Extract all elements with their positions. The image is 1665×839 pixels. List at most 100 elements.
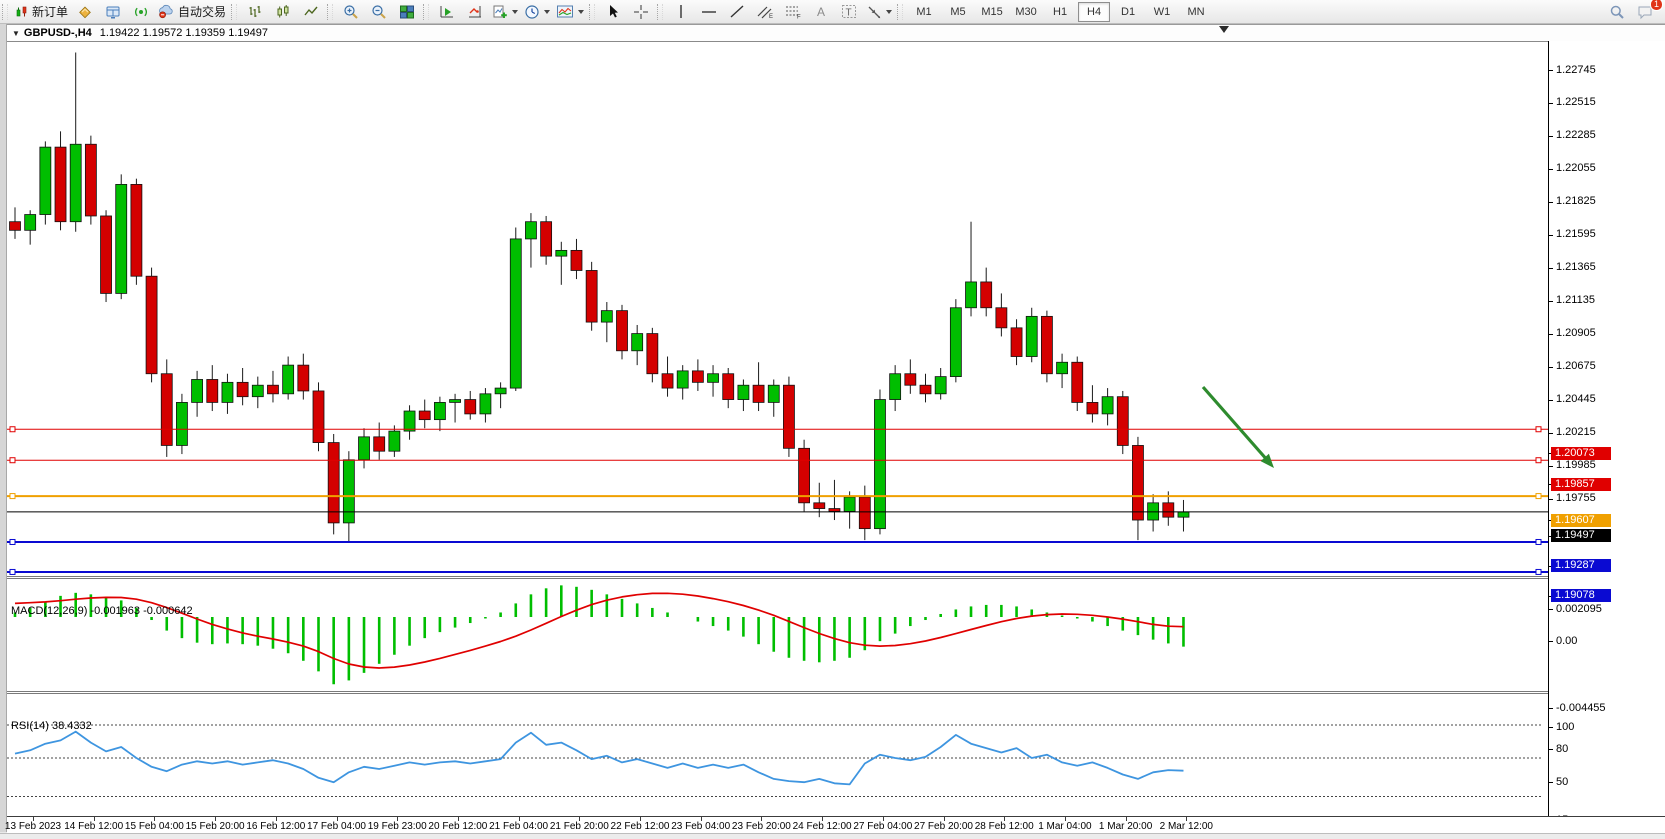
periods-button[interactable] (521, 1, 553, 23)
bar-chart-icon (247, 4, 263, 20)
line-chart-icon (303, 4, 319, 20)
zoom-in-button[interactable] (337, 1, 365, 23)
market-watch-button[interactable] (71, 1, 99, 23)
tile-windows-button[interactable] (393, 1, 421, 23)
timeframe-M15[interactable]: M15 (976, 2, 1008, 22)
price-axis-label: 1.20445 (1556, 393, 1596, 406)
new-chart-icon (492, 4, 508, 20)
timeframe-M30[interactable]: M30 (1010, 2, 1042, 22)
toolbar-grip (2, 4, 8, 20)
timeframe-M1[interactable]: M1 (908, 2, 940, 22)
text-tool-button[interactable]: A (807, 1, 835, 23)
new-order-label: 新订单 (32, 3, 68, 20)
text-label-icon: T (841, 4, 857, 19)
main-toolbar: 新订单 (0, 0, 1665, 24)
price-line-chip: 1.19078 (1551, 589, 1611, 602)
timeframe-H4[interactable]: H4 (1078, 2, 1110, 22)
profiles-icon (105, 4, 121, 20)
channel-icon: E (756, 4, 774, 19)
candlestick-mode-button[interactable] (269, 1, 297, 23)
timeframe-D1[interactable]: D1 (1112, 2, 1144, 22)
gold-book-icon (77, 4, 93, 20)
macd-values: -0.001963 -0.000642 (90, 605, 192, 617)
toolbar-grip (423, 4, 429, 20)
bar-chart-mode-button[interactable] (241, 1, 269, 23)
price-axis[interactable]: 1.227451.225151.222851.220551.218251.215… (1548, 41, 1665, 816)
time-axis-label: 23 Feb 04:00 (671, 821, 730, 832)
candlestick-chart-icon (275, 4, 291, 20)
crosshair-icon (633, 4, 649, 20)
time-axis-label: 14 Feb 12:00 (64, 821, 123, 832)
zoom-out-button[interactable] (365, 1, 393, 23)
timeframe-M5[interactable]: M5 (942, 2, 974, 22)
time-axis-label: 22 Feb 12:00 (611, 821, 670, 832)
time-axis-label: 15 Feb 20:00 (186, 821, 245, 832)
price-line-chip: 1.19857 (1551, 478, 1611, 491)
trendline-tool-button[interactable] (723, 1, 751, 23)
toolbar-right-group: 1 (1603, 1, 1659, 23)
time-axis-label: 24 Feb 12:00 (793, 821, 852, 832)
time-axis-label: 19 Feb 23:00 (368, 821, 427, 832)
axis-tick (1549, 749, 1553, 750)
price-axis-label: 1.21135 (1556, 294, 1595, 307)
svg-text:F: F (797, 15, 801, 20)
timeframe-H1[interactable]: H1 (1044, 2, 1076, 22)
macd-axis-label: 0.002095 (1556, 603, 1602, 616)
chart-title-bar: ▼ GBPUSD-,H4 1.19422 1.19572 1.19359 1.1… (7, 25, 1665, 42)
auto-scroll-button[interactable] (461, 1, 489, 23)
toolbar-grip (657, 4, 663, 20)
axis-tick (1549, 268, 1553, 269)
timeframe-MN[interactable]: MN (1180, 2, 1212, 22)
toolbar-grip (589, 4, 595, 20)
price-axis-label: 1.20675 (1556, 360, 1596, 373)
line-chart-mode-button[interactable] (297, 1, 325, 23)
fibonacci-icon: F (784, 4, 802, 19)
vertical-line-tool-button[interactable] (667, 1, 695, 23)
time-axis-label: 16 Feb 12:00 (246, 821, 305, 832)
axis-tick (1549, 466, 1553, 467)
time-axis-label: 17 Feb 04:00 (307, 821, 366, 832)
time-axis[interactable]: 13 Feb 202314 Feb 12:0015 Feb 04:0015 Fe… (7, 816, 1665, 834)
autotrade-icon (158, 4, 175, 19)
chevron-down-icon (512, 10, 518, 14)
signals-button[interactable] (127, 1, 155, 23)
notifications-button[interactable]: 1 (1631, 1, 1659, 23)
chart-shift-button[interactable] (433, 1, 461, 23)
axis-tick (1549, 301, 1553, 302)
search-icon (1609, 4, 1625, 20)
chart-menu-dropdown-icon[interactable]: ▼ (12, 29, 20, 38)
chevron-down-icon (886, 10, 892, 14)
price-axis-label: 1.21595 (1556, 228, 1596, 241)
chart-shift-icon (439, 4, 455, 20)
cursor-tool-button[interactable] (599, 1, 627, 23)
search-button[interactable] (1603, 1, 1631, 23)
templates-button[interactable] (553, 1, 587, 23)
new-order-icon (15, 5, 29, 19)
new-chart-button[interactable] (489, 1, 521, 23)
panel-separators (7, 577, 1548, 694)
crosshair-tool-button[interactable] (627, 1, 655, 23)
rsi-value: 38.4332 (52, 720, 92, 732)
new-order-button[interactable]: 新订单 (12, 1, 71, 23)
arrows-tool-button[interactable] (863, 1, 895, 23)
chart-surface[interactable] (7, 41, 1548, 816)
chevron-down-icon (578, 10, 584, 14)
price-line-chip: 1.20073 (1551, 447, 1611, 460)
horizontal-line-icon (701, 5, 717, 19)
svg-text:E: E (769, 14, 773, 19)
autotrading-button[interactable]: 自动交易 (155, 1, 229, 23)
label-tool-button[interactable]: T (835, 1, 863, 23)
axis-tick (1549, 202, 1553, 203)
horizontal-line-tool-button[interactable] (695, 1, 723, 23)
macd-name: MACD(12,26,9) (11, 605, 87, 617)
fibonacci-tool-button[interactable]: F (779, 1, 807, 23)
zoom-out-icon (371, 4, 387, 20)
equidistant-channel-tool-button[interactable]: E (751, 1, 779, 23)
profiles-button[interactable] (99, 1, 127, 23)
timeframe-W1[interactable]: W1 (1146, 2, 1178, 22)
axis-tick (1549, 136, 1553, 137)
time-axis-label: 21 Feb 04:00 (489, 821, 548, 832)
chart-title-ohlc: 1.19422 1.19572 1.19359 1.19497 (100, 27, 268, 39)
chart-shift-marker-icon[interactable] (1219, 26, 1229, 33)
axis-tick (1549, 609, 1553, 610)
